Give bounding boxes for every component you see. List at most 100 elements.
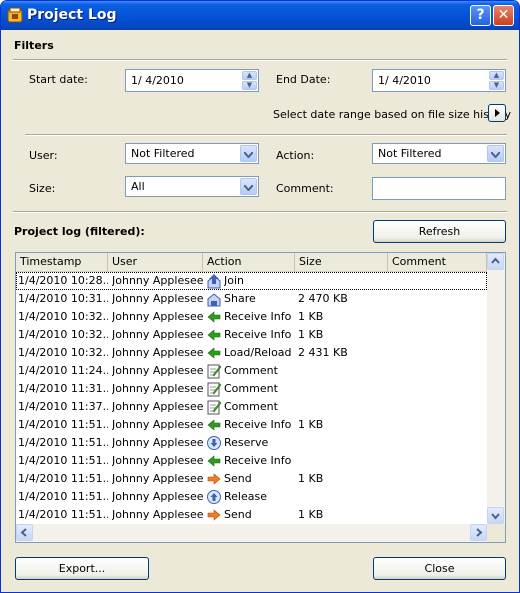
date-history-button[interactable]: [488, 104, 506, 122]
user-cell: Johnny Appleseed: [112, 274, 204, 287]
comment-label: Comment:: [276, 182, 334, 195]
column-header-size[interactable]: Size: [295, 253, 388, 271]
action-dropdown[interactable]: Not Filtered: [372, 143, 506, 164]
vertical-scrollbar[interactable]: [487, 253, 505, 524]
user-value: Not Filtered: [131, 147, 195, 160]
filters-divider: [13, 59, 507, 61]
user-cell: Johnny Appleseed: [112, 472, 204, 485]
size-cell: 1 KB: [298, 418, 324, 431]
table-row[interactable]: 1/4/2010 11:51... Johnny Appleseed Receive…: [16, 416, 487, 434]
close-window-button[interactable]: ✕: [493, 5, 514, 26]
comment-icon: [206, 363, 222, 379]
help-button[interactable]: ?: [470, 5, 491, 26]
scrollbar-corner: [487, 524, 505, 542]
refresh-button[interactable]: Refresh: [373, 220, 506, 243]
table-row[interactable]: 1/4/2010 10:32... Johnny Appleseed Receive…: [16, 326, 487, 344]
comment-icon: [206, 399, 222, 415]
chevron-down-icon[interactable]: [240, 178, 257, 195]
timestamp-cell: 1/4/2010 10:28...: [18, 274, 108, 287]
window-title: Project Log: [27, 7, 117, 23]
chevron-down-icon[interactable]: [240, 145, 257, 162]
scroll-right-icon[interactable]: [470, 524, 487, 541]
date-history-label: Select date range based on file size his…: [273, 108, 512, 121]
table-row[interactable]: 1/4/2010 10:32... Johnny Appleseed Load/Re…: [16, 344, 487, 362]
action-cell: Release: [224, 490, 267, 503]
send-arrow-icon: [206, 507, 222, 523]
horizontal-scrollbar[interactable]: [16, 524, 487, 542]
size-label: Size:: [29, 182, 56, 195]
receive-arrow-icon: [206, 453, 222, 469]
section-divider: [25, 134, 507, 136]
end-date-value: 1/ 4/2010: [378, 74, 431, 87]
action-cell: Receive Info: [224, 328, 292, 341]
size-cell: 1 KB: [298, 508, 324, 521]
user-cell: Johnny Appleseed: [112, 436, 204, 449]
comment-input[interactable]: [372, 177, 506, 200]
scroll-down-icon[interactable]: [487, 507, 504, 524]
table-row[interactable]: 1/4/2010 11:24... Johnny Appleseed Comment: [16, 362, 487, 380]
reserve-icon: [206, 435, 222, 451]
user-dropdown[interactable]: Not Filtered: [125, 143, 259, 164]
scroll-left-icon[interactable]: [16, 524, 33, 541]
join-icon: [206, 273, 222, 289]
end-date-picker[interactable]: 1/ 4/2010 ▲ ▼: [372, 69, 506, 92]
log-divider: [13, 211, 507, 213]
table-row[interactable]: 1/4/2010 10:28... Johnny Appleseed Join: [16, 272, 487, 290]
action-cell: Send: [224, 508, 252, 521]
column-header-action[interactable]: Action: [203, 253, 295, 271]
column-header-comment[interactable]: Comment: [388, 253, 487, 271]
action-cell: Receive Info: [224, 418, 292, 431]
start-date-picker[interactable]: 1/ 4/2010 ▲ ▼: [125, 69, 259, 92]
user-cell: Johnny Appleseed: [112, 328, 204, 341]
table-row[interactable]: 1/4/2010 11:51... Johnny Appleseed Receive…: [16, 452, 487, 470]
user-cell: Johnny Appleseed: [112, 400, 204, 413]
action-cell: Reserve: [224, 436, 269, 449]
spin-down-icon[interactable]: ▼: [489, 81, 504, 90]
size-value: All: [131, 180, 145, 193]
receive-arrow-icon: [206, 309, 222, 325]
action-cell: Join: [224, 274, 245, 287]
table-row[interactable]: 1/4/2010 11:51... Johnny Appleseed Reserve: [16, 434, 487, 452]
column-header-timestamp[interactable]: Timestamp: [16, 253, 108, 271]
project-log-window: Project Log ? ✕ Filters Start date: 1/ 4…: [0, 0, 520, 593]
project-log-list[interactable]: Timestamp User Action Size Comment 1/4/2…: [15, 252, 506, 543]
start-date-spinner[interactable]: ▲ ▼: [242, 71, 257, 90]
log-heading: Project log (filtered):: [14, 225, 145, 238]
release-icon: [206, 489, 222, 505]
export-button[interactable]: Export...: [15, 557, 149, 580]
timestamp-cell: 1/4/2010 11:37...: [18, 400, 108, 413]
spin-down-icon[interactable]: ▼: [242, 81, 257, 90]
size-dropdown[interactable]: All: [125, 176, 259, 197]
user-cell: Johnny Appleseed: [112, 364, 204, 377]
column-header-user[interactable]: User: [108, 253, 203, 271]
timestamp-cell: 1/4/2010 11:51...: [18, 472, 108, 485]
table-row[interactable]: 1/4/2010 10:31... Johnny Appleseed Share 2 …: [16, 290, 487, 308]
user-cell: Johnny Appleseed: [112, 382, 204, 395]
spin-up-icon[interactable]: ▲: [242, 71, 257, 80]
timestamp-cell: 1/4/2010 11:51...: [18, 418, 108, 431]
chevron-down-icon[interactable]: [487, 145, 504, 162]
table-row[interactable]: 1/4/2010 11:31... Johnny Appleseed Comment: [16, 380, 487, 398]
end-date-label: End Date:: [276, 73, 331, 86]
table-row[interactable]: 1/4/2010 11:51... Johnny Appleseed Release: [16, 488, 487, 506]
user-label: User:: [29, 149, 58, 162]
spin-up-icon[interactable]: ▲: [489, 71, 504, 80]
close-button[interactable]: Close: [373, 557, 506, 580]
send-arrow-icon: [206, 471, 222, 487]
table-row[interactable]: 1/4/2010 11:37... Johnny Appleseed Comment: [16, 398, 487, 416]
timestamp-cell: 1/4/2010 10:31...: [18, 292, 108, 305]
timestamp-cell: 1/4/2010 10:32...: [18, 310, 108, 323]
table-row[interactable]: 1/4/2010 11:51... Johnny Appleseed Send 1 K…: [16, 506, 487, 524]
play-arrow-icon: [495, 109, 500, 117]
receive-arrow-icon: [206, 345, 222, 361]
title-bar[interactable]: Project Log ? ✕: [1, 1, 519, 30]
start-date-value: 1/ 4/2010: [131, 74, 184, 87]
table-row[interactable]: 1/4/2010 10:32... Johnny Appleseed Receive…: [16, 308, 487, 326]
scroll-up-icon[interactable]: [487, 253, 504, 270]
table-row[interactable]: 1/4/2010 11:51... Johnny Appleseed Send 1 K…: [16, 470, 487, 488]
size-cell: 1 KB: [298, 472, 324, 485]
user-cell: Johnny Appleseed: [112, 418, 204, 431]
timestamp-cell: 1/4/2010 11:51...: [18, 508, 108, 521]
end-date-spinner[interactable]: ▲ ▼: [489, 71, 504, 90]
action-cell: Receive Info: [224, 310, 292, 323]
